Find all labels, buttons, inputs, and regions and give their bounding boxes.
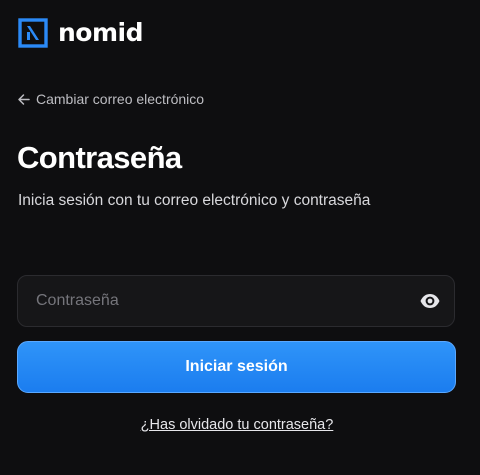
page-subtitle: Inicia sesión con tu correo electrónico … [18,192,371,209]
change-email-label: Cambiar correo electrónico [36,91,205,107]
page-title: Contraseña [17,140,182,175]
eye-icon[interactable] [419,290,441,312]
password-input[interactable] [36,276,416,326]
nomid-logo-icon [18,18,48,48]
forgot-password-link[interactable]: ¿Has olvidado tu contraseña? [0,416,474,434]
sign-in-button[interactable]: Iniciar sesión [17,341,456,393]
brand-logo[interactable]: nomid [18,17,144,49]
brand-name: nomid [58,18,144,47]
change-email-link[interactable]: Cambiar correo electrónico [17,90,204,108]
password-field [17,275,455,327]
arrow-left-icon [18,93,30,105]
